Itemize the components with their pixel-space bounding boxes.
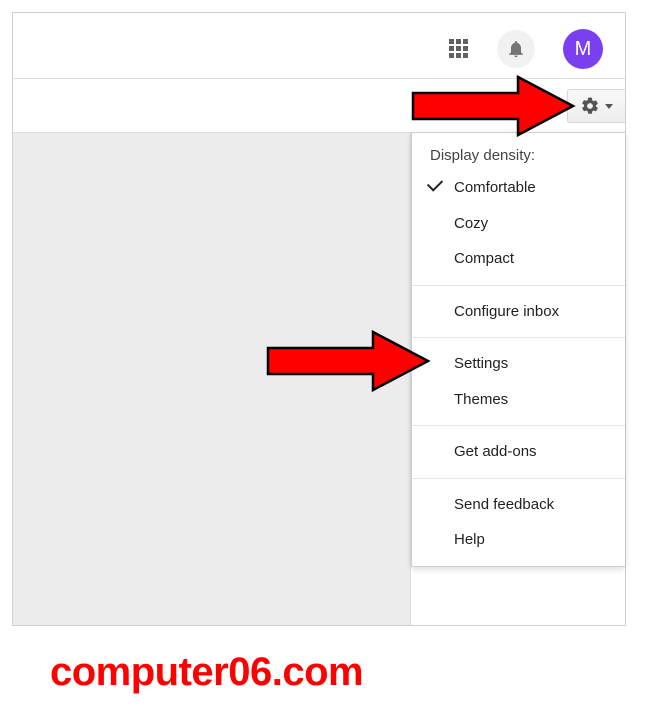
account-avatar[interactable]: M xyxy=(563,29,603,69)
gear-icon xyxy=(580,96,600,116)
menu-themes[interactable]: Themes xyxy=(412,382,625,418)
watermark-text: computer06.com xyxy=(50,650,363,695)
menu-settings[interactable]: Settings xyxy=(412,346,625,382)
menu-separator xyxy=(412,285,625,286)
menu-get-addons[interactable]: Get add-ons xyxy=(412,434,625,470)
dropdown-caret-icon xyxy=(605,104,613,109)
settings-dropdown-menu: Display density: Comfortable Cozy Compac… xyxy=(411,132,625,567)
density-comfortable[interactable]: Comfortable xyxy=(412,170,625,206)
menu-section-header: Display density: xyxy=(412,143,625,170)
menu-separator xyxy=(412,337,625,338)
content-background xyxy=(13,133,411,625)
toolbar xyxy=(13,79,625,133)
settings-gear-button[interactable] xyxy=(567,89,625,123)
apps-grid-icon[interactable] xyxy=(449,39,469,59)
menu-help[interactable]: Help xyxy=(412,522,625,558)
notifications-button[interactable] xyxy=(497,30,535,68)
density-cozy[interactable]: Cozy xyxy=(412,206,625,242)
app-window: M Display density: Comfortable Cozy Comp… xyxy=(12,12,626,626)
top-bar-actions: M xyxy=(449,29,603,69)
density-compact[interactable]: Compact xyxy=(412,241,625,277)
top-bar: M xyxy=(13,13,625,79)
menu-configure-inbox[interactable]: Configure inbox xyxy=(412,294,625,330)
avatar-initial: M xyxy=(575,38,592,61)
bell-icon xyxy=(506,39,526,59)
menu-separator xyxy=(412,425,625,426)
menu-send-feedback[interactable]: Send feedback xyxy=(412,487,625,523)
menu-separator xyxy=(412,478,625,479)
